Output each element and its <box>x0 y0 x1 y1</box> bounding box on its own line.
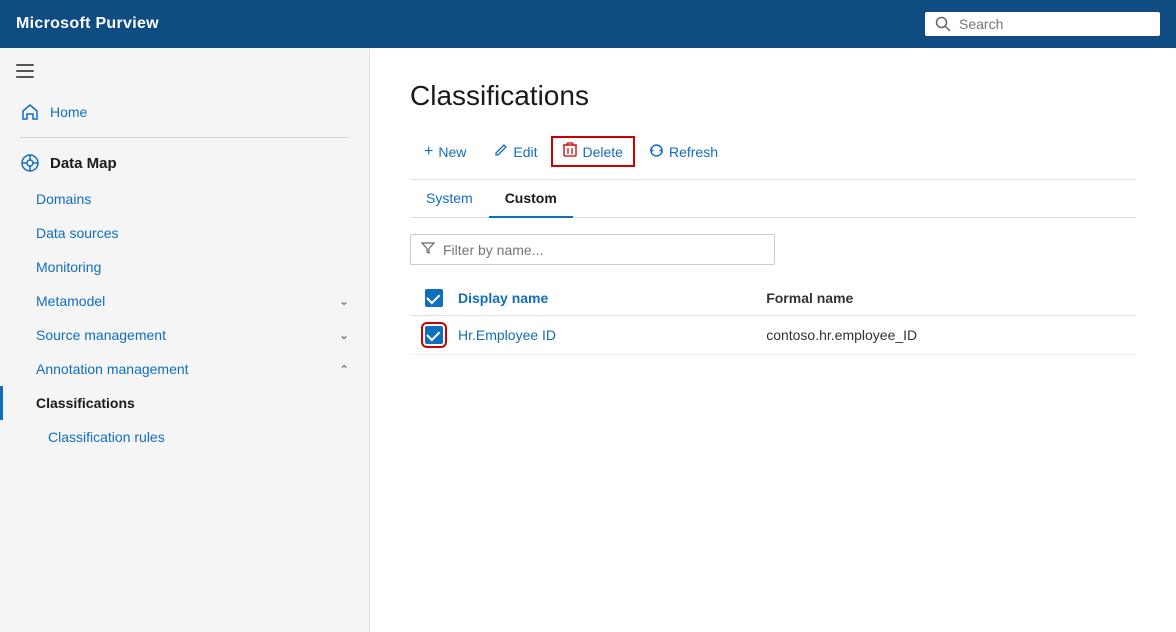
sidebar-item-metamodel[interactable]: Metamodel ⌄ <box>0 284 369 318</box>
main-layout: Home Data Map Domains Data sources <box>0 48 1176 632</box>
edit-label: Edit <box>513 144 537 160</box>
chevron-down-icon-2: ⌄ <box>339 328 349 342</box>
app-title: Microsoft Purview <box>16 15 159 33</box>
sidebar-annotation-management-label: Annotation management <box>36 361 189 377</box>
select-all-checkbox[interactable] <box>425 289 443 307</box>
topbar: Microsoft Purview <box>0 0 1176 48</box>
chevron-up-icon: ⌄ <box>339 362 349 376</box>
tab-custom[interactable]: Custom <box>489 180 573 218</box>
row-display-name: Hr.Employee ID <box>458 327 766 343</box>
sidebar: Home Data Map Domains Data sources <box>0 48 370 632</box>
sidebar-item-source-management[interactable]: Source management ⌄ <box>0 318 369 352</box>
filter-input-container[interactable] <box>410 234 775 265</box>
tab-system[interactable]: System <box>410 180 489 218</box>
sidebar-item-monitoring[interactable]: Monitoring <box>0 250 369 284</box>
search-input[interactable] <box>959 16 1150 32</box>
sidebar-data-sources-label: Data sources <box>36 225 118 241</box>
chevron-down-icon: ⌄ <box>339 294 349 308</box>
sidebar-divider-1 <box>20 137 349 138</box>
filter-input[interactable] <box>443 242 764 258</box>
tabs: System Custom <box>410 180 1136 218</box>
search-bar[interactable] <box>925 12 1160 36</box>
sidebar-home-label: Home <box>50 104 87 120</box>
col-display-name-header: Display name <box>458 290 766 306</box>
table-header: Display name Formal name <box>410 281 1136 316</box>
home-icon <box>20 102 40 122</box>
trash-icon <box>563 142 577 161</box>
filter-icon <box>421 241 435 258</box>
delete-button[interactable]: Delete <box>551 136 634 167</box>
delete-label: Delete <box>582 144 622 160</box>
sidebar-data-map-label: Data Map <box>50 155 117 172</box>
edit-button[interactable]: Edit <box>480 137 551 166</box>
sidebar-classification-rules-label: Classification rules <box>48 429 165 445</box>
page-title: Classifications <box>410 80 1136 112</box>
refresh-icon <box>649 143 664 161</box>
sidebar-metamodel-label: Metamodel <box>36 293 105 309</box>
edit-icon <box>494 143 508 160</box>
data-map-icon <box>20 153 40 173</box>
sidebar-monitoring-label: Monitoring <box>36 259 101 275</box>
tab-system-label: System <box>426 190 473 206</box>
toolbar: + New Edit <box>410 136 1136 180</box>
col-formal-name-header: Formal name <box>766 290 1136 306</box>
refresh-button[interactable]: Refresh <box>635 137 732 167</box>
sidebar-item-classification-rules[interactable]: Classification rules <box>0 420 369 454</box>
sidebar-item-domains[interactable]: Domains <box>0 182 369 216</box>
new-button[interactable]: + New <box>410 137 480 167</box>
sidebar-item-data-map[interactable]: Data Map <box>0 144 369 182</box>
new-label: New <box>438 144 466 160</box>
filter-bar <box>410 234 1136 265</box>
sidebar-source-management-label: Source management <box>36 327 166 343</box>
sidebar-domains-label: Domains <box>36 191 91 207</box>
sidebar-item-annotation-management[interactable]: Annotation management ⌄ <box>0 352 369 386</box>
tab-custom-label: Custom <box>505 190 557 206</box>
table-row: Hr.Employee ID contoso.hr.employee_ID <box>410 316 1136 355</box>
header-checkbox-col[interactable] <box>410 289 458 307</box>
row-checkbox-col[interactable] <box>410 326 458 344</box>
row-checkbox[interactable] <box>425 326 443 344</box>
content-area: Classifications + New Edit <box>370 48 1176 632</box>
refresh-label: Refresh <box>669 144 718 160</box>
search-icon <box>935 16 951 32</box>
sidebar-item-classifications[interactable]: Classifications <box>0 386 369 420</box>
hamburger-menu[interactable] <box>0 56 369 93</box>
sidebar-classifications-label: Classifications <box>36 395 135 411</box>
sidebar-item-data-sources[interactable]: Data sources <box>0 216 369 250</box>
plus-icon: + <box>424 143 433 161</box>
sidebar-item-home[interactable]: Home <box>0 93 369 131</box>
row-formal-name: contoso.hr.employee_ID <box>766 327 1136 343</box>
